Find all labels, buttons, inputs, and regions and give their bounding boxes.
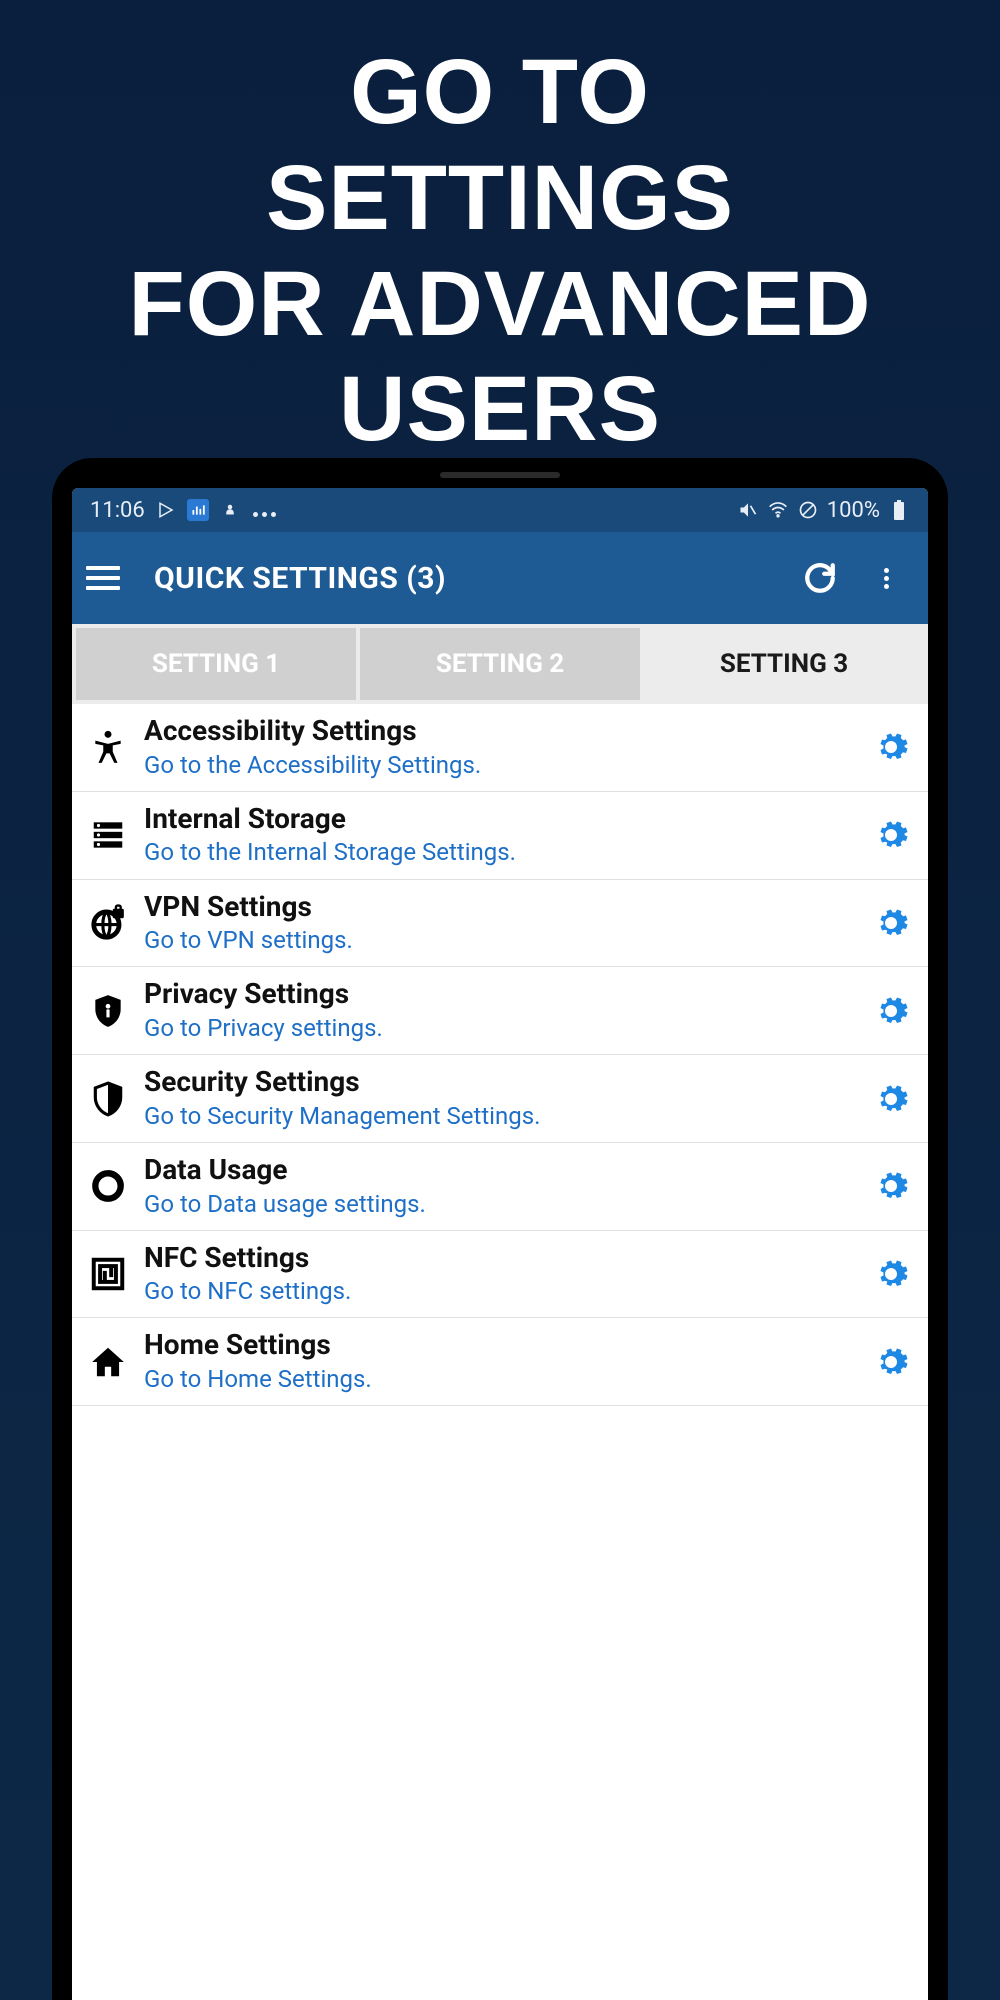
tab-setting-2[interactable]: SETTING 2 — [360, 628, 640, 700]
gear-button[interactable] — [870, 902, 912, 944]
list-item-nfc[interactable]: NFC Settings Go to NFC settings. — [72, 1231, 928, 1319]
item-title: VPN Settings — [144, 890, 870, 924]
item-title: Home Settings — [144, 1328, 870, 1362]
overflow-menu-button[interactable] — [866, 558, 906, 598]
gear-button[interactable] — [870, 1253, 912, 1295]
promo-line-1: GO TO — [0, 40, 1000, 146]
item-subtitle: Go to Security Management Settings. — [144, 1101, 870, 1132]
home-icon — [86, 1340, 130, 1384]
tab-setting-3[interactable]: SETTING 3 — [644, 628, 924, 700]
battery-icon — [888, 499, 910, 521]
wifi-icon — [767, 499, 789, 521]
item-subtitle: Go to the Internal Storage Settings. — [144, 837, 870, 868]
list-item-home[interactable]: Home Settings Go to Home Settings. — [72, 1318, 928, 1406]
list-item-security[interactable]: Security Settings Go to Security Managem… — [72, 1055, 928, 1143]
menu-button[interactable] — [86, 558, 126, 598]
gear-button[interactable] — [870, 726, 912, 768]
accessibility-icon — [86, 725, 130, 769]
list-item-privacy[interactable]: Privacy Settings Go to Privacy settings. — [72, 967, 928, 1055]
phone-speaker — [440, 472, 560, 478]
item-subtitle: Go to Home Settings. — [144, 1364, 870, 1395]
promo-header: GO TO SETTINGS FOR ADVANCED USERS — [0, 0, 1000, 463]
gear-button[interactable] — [870, 1078, 912, 1120]
play-store-icon — [155, 499, 177, 521]
item-title: Security Settings — [144, 1065, 870, 1099]
gear-button[interactable] — [870, 990, 912, 1032]
item-title: Data Usage — [144, 1153, 870, 1187]
item-subtitle: Go to Data usage settings. — [144, 1189, 870, 1220]
list-item-storage[interactable]: Internal Storage Go to the Internal Stor… — [72, 792, 928, 880]
item-title: NFC Settings — [144, 1241, 870, 1275]
refresh-button[interactable] — [800, 558, 840, 598]
item-subtitle: Go to VPN settings. — [144, 925, 870, 956]
phone-frame: 11:06 — [52, 458, 948, 2000]
list-item-data-usage[interactable]: Data Usage Go to Data usage settings. — [72, 1143, 928, 1231]
storage-icon — [86, 813, 130, 857]
item-subtitle: Go to NFC settings. — [144, 1276, 870, 1307]
mute-icon — [737, 499, 759, 521]
gear-button[interactable] — [870, 814, 912, 856]
security-icon — [86, 1077, 130, 1121]
no-signal-icon — [797, 499, 819, 521]
list-item-accessibility[interactable]: Accessibility Settings Go to the Accessi… — [72, 704, 928, 792]
item-subtitle: Go to the Accessibility Settings. — [144, 750, 870, 781]
list-item-vpn[interactable]: VPN Settings Go to VPN settings. — [72, 880, 928, 968]
vpn-icon — [86, 901, 130, 945]
status-time: 11:06 — [90, 498, 145, 523]
notification-icon — [219, 499, 241, 521]
gear-button[interactable] — [870, 1165, 912, 1207]
chart-icon — [187, 499, 209, 521]
settings-list: Accessibility Settings Go to the Accessi… — [72, 704, 928, 1406]
data-usage-icon — [86, 1164, 130, 1208]
gear-button[interactable] — [870, 1341, 912, 1383]
promo-line-2: SETTINGS — [0, 146, 1000, 252]
tab-setting-1[interactable]: SETTING 1 — [76, 628, 356, 700]
privacy-icon — [86, 989, 130, 1033]
item-title: Accessibility Settings — [144, 714, 870, 748]
item-title: Internal Storage — [144, 802, 870, 836]
app-bar: QUICK SETTINGS (3) — [72, 532, 928, 624]
more-notifications-icon — [251, 498, 278, 523]
promo-line-3: FOR ADVANCED USERS — [0, 252, 1000, 464]
item-subtitle: Go to Privacy settings. — [144, 1013, 870, 1044]
app-title: QUICK SETTINGS (3) — [154, 561, 446, 596]
tab-bar: SETTING 1 SETTING 2 SETTING 3 — [72, 624, 928, 704]
battery-percent: 100% — [827, 498, 880, 523]
nfc-icon — [86, 1252, 130, 1296]
status-bar: 11:06 — [72, 488, 928, 532]
item-title: Privacy Settings — [144, 977, 870, 1011]
phone-screen: 11:06 — [72, 488, 928, 2000]
